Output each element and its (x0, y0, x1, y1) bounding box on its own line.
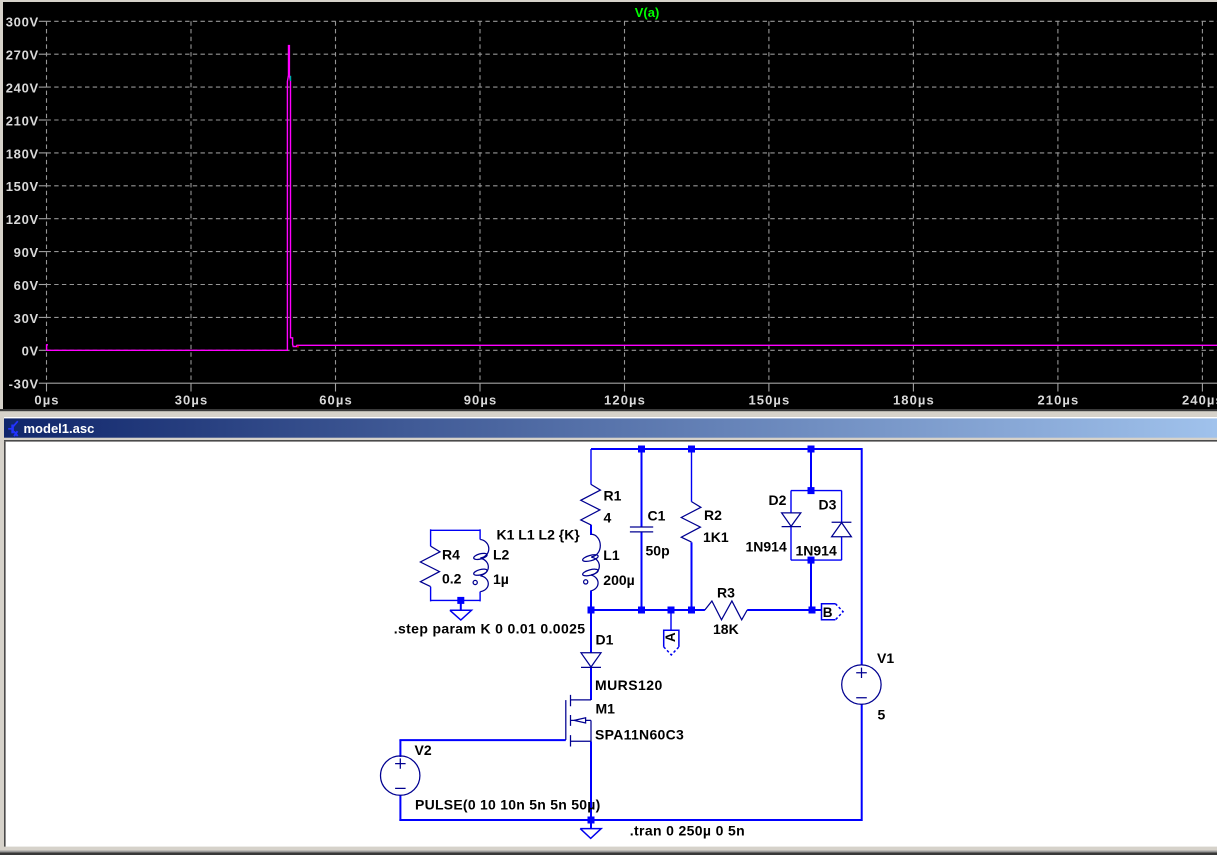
svg-text:5: 5 (878, 707, 886, 723)
svg-text:R3: R3 (717, 584, 735, 600)
svg-text:-30V: -30V (9, 377, 39, 392)
svg-text:120µs: 120µs (604, 392, 646, 407)
svg-text:270V: 270V (6, 48, 39, 63)
svg-text:240µs: 240µs (1182, 392, 1217, 407)
svg-text:18K: 18K (713, 621, 739, 637)
svg-text:L2: L2 (493, 547, 510, 563)
svg-text:210V: 210V (6, 113, 39, 128)
svg-text:D2: D2 (769, 492, 787, 508)
svg-text:0V: 0V (22, 344, 39, 359)
svg-text:D3: D3 (819, 497, 837, 513)
svg-text:1N914: 1N914 (746, 539, 787, 555)
svg-text:60V: 60V (14, 278, 39, 293)
svg-text:M1: M1 (596, 701, 616, 717)
svg-text:1K1: 1K1 (703, 529, 729, 545)
svg-text:V2: V2 (415, 742, 432, 758)
svg-text:MURS120: MURS120 (595, 677, 663, 693)
svg-text:200µ: 200µ (603, 572, 634, 588)
svg-text:4: 4 (604, 510, 612, 526)
svg-text:150µs: 150µs (748, 392, 790, 407)
svg-text:1N914: 1N914 (796, 543, 837, 559)
svg-text:C1: C1 (648, 508, 666, 524)
svg-text:60µs: 60µs (319, 392, 353, 407)
svg-text:L1: L1 (603, 547, 620, 563)
svg-text:150V: 150V (6, 179, 39, 194)
svg-text:.step param K 0 0.01 0.0025: .step param K 0 0.01 0.0025 (394, 621, 586, 637)
svg-text:R2: R2 (704, 507, 722, 523)
svg-text:90µs: 90µs (464, 392, 498, 407)
svg-text:30µs: 30µs (175, 392, 209, 407)
svg-text:R4: R4 (442, 547, 460, 563)
svg-text:B: B (823, 605, 833, 620)
svg-text:120V: 120V (6, 212, 39, 227)
svg-text:180µs: 180µs (893, 392, 935, 407)
svg-text:0µs: 0µs (34, 392, 59, 407)
svg-text:K1 L1 L2 {K}: K1 L1 L2 {K} (497, 527, 581, 543)
svg-text:PULSE(0 10 10n 5n 5n 50µ): PULSE(0 10 10n 5n 5n 50µ) (415, 797, 601, 813)
svg-text:180V: 180V (6, 146, 39, 161)
svg-text:0.2: 0.2 (442, 570, 462, 586)
svg-text:R1: R1 (604, 488, 622, 504)
svg-text:1µ: 1µ (493, 571, 509, 587)
svg-text:A: A (663, 632, 678, 642)
svg-text:90V: 90V (14, 245, 39, 260)
svg-text:240V: 240V (6, 81, 39, 96)
svg-text:model1.asc: model1.asc (24, 421, 95, 436)
svg-text:30V: 30V (14, 311, 39, 326)
svg-text:50p: 50p (646, 543, 670, 559)
svg-text:300V: 300V (6, 15, 39, 30)
svg-text:SPA11N60C3: SPA11N60C3 (595, 727, 684, 743)
svg-text:D1: D1 (596, 632, 614, 648)
svg-text:V(a): V(a) (635, 5, 660, 20)
svg-text:V1: V1 (877, 650, 894, 666)
svg-text:.tran 0 250µ 0 5n: .tran 0 250µ 0 5n (630, 823, 745, 839)
svg-text:210µs: 210µs (1037, 392, 1079, 407)
